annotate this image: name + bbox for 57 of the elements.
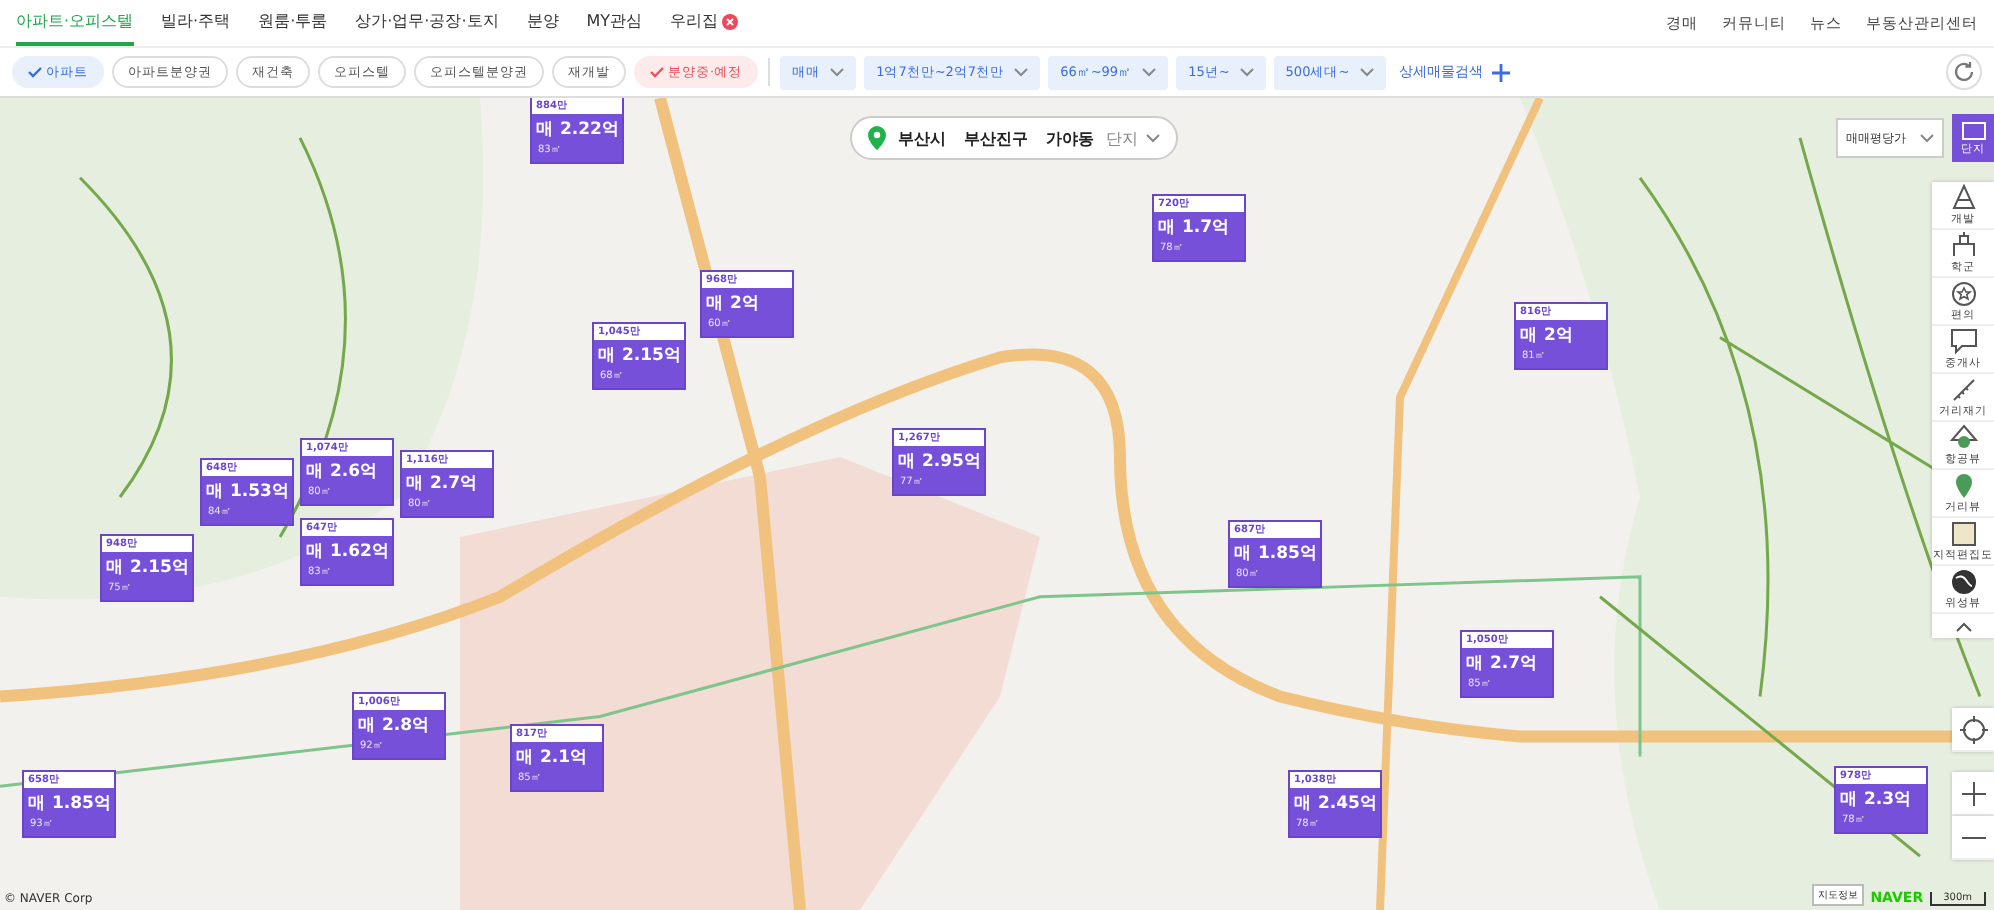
plus-icon: [1491, 63, 1510, 81]
nav-tab[interactable]: MY관심: [586, 0, 643, 46]
location-crumb[interactable]: 부산진구: [964, 127, 1028, 149]
nav-tab[interactable]: 상가·업무·공장·토지: [355, 0, 499, 46]
location-pin-icon: [868, 126, 886, 150]
crosshair-icon: [1959, 715, 1987, 743]
map-tool-icon: [1949, 232, 1977, 260]
check-icon: [28, 66, 42, 78]
price-text: 매 2.6억: [304, 460, 381, 484]
zoom-in-button[interactable]: [1952, 772, 1994, 816]
map-tool-icon: [1949, 568, 1977, 596]
map-tool-icon: [1949, 520, 1977, 548]
price-text: 매 1.85억: [26, 792, 114, 816]
price-text: 매 2.1억: [514, 746, 591, 770]
complex-dropdown[interactable]: 단지: [1106, 127, 1160, 149]
price-text: 매 2억: [1518, 324, 1576, 348]
nav-tab[interactable]: 원룸·투룸: [258, 0, 328, 46]
current-location-button[interactable]: [1952, 708, 1994, 752]
map-tool-icon: [1949, 184, 1977, 212]
caret-icon: [1955, 621, 1971, 631]
price-text: 매 1.85억: [1232, 542, 1320, 566]
collapse-button[interactable]: [1932, 614, 1994, 638]
location-crumb[interactable]: 가야동: [1046, 127, 1094, 149]
map-tool-icon: [1949, 280, 1977, 308]
map-tool-icon: [1949, 376, 1977, 404]
caret-icon: [1146, 133, 1160, 143]
price-text: 매 2.7억: [1464, 652, 1541, 676]
price-text: 매 2.15억: [104, 556, 192, 580]
caret-icon: [1142, 67, 1157, 77]
price-text: 매 1.53억: [204, 480, 292, 504]
nav-tab[interactable]: 우리집: [670, 0, 739, 46]
price-text: 매 2억: [704, 292, 762, 316]
price-text: 매 2.8억: [356, 714, 433, 738]
plus-icon: [1961, 781, 1985, 805]
caret-icon: [830, 67, 845, 77]
price-text: 매 2.22억: [534, 118, 622, 142]
refresh-button[interactable]: [1946, 54, 1982, 90]
map-tool-icon: [1949, 424, 1977, 452]
price-text: 매 2.7억: [404, 472, 481, 496]
location-crumb[interactable]: 부산시: [898, 127, 946, 149]
map-tool-icon: [1949, 328, 1977, 356]
price-text: 매 2.15억: [596, 344, 684, 368]
price-text: 매 1.7억: [1156, 216, 1233, 240]
check-icon: [650, 66, 664, 78]
refresh-icon: [1952, 60, 1976, 84]
nav-tab[interactable]: 분양: [526, 0, 559, 46]
price-text: 매 2.95억: [896, 450, 984, 474]
complex-icon: [1961, 121, 1985, 139]
price-text: 매 1.62억: [304, 540, 392, 564]
price-text: 매 2.3억: [1838, 788, 1915, 812]
caret-icon: [1920, 133, 1934, 143]
zoom-out-button[interactable]: [1952, 816, 1994, 860]
caret-icon: [1359, 67, 1374, 77]
caret-icon: [1239, 67, 1254, 77]
nav-tab[interactable]: 빌라·주택: [161, 0, 231, 46]
price-text: 매 2.45억: [1292, 792, 1380, 816]
caret-icon: [1014, 67, 1029, 77]
